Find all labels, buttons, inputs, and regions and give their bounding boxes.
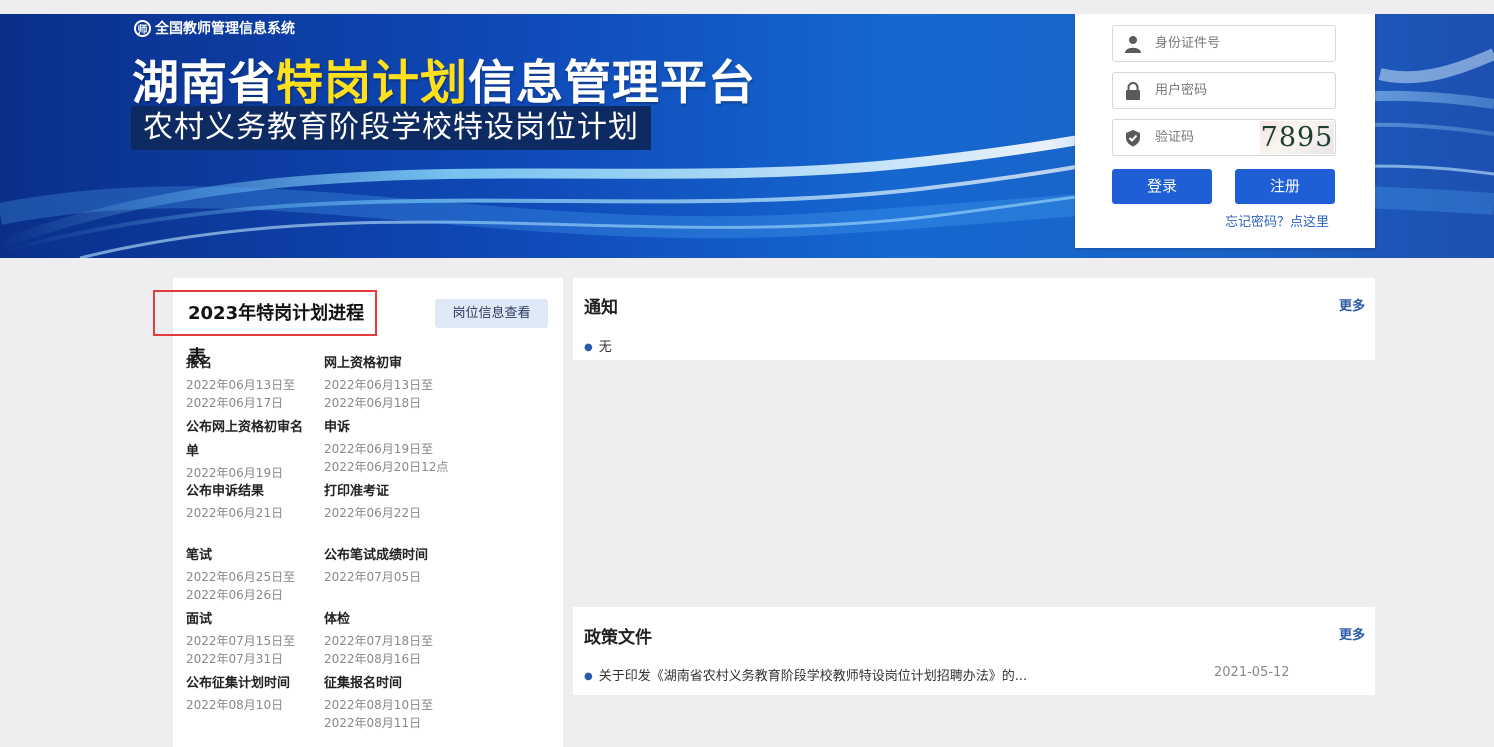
bullet-icon: ● <box>584 342 593 353</box>
stage-name: 公布笔试成绩时间 <box>324 548 429 563</box>
progress-title: 2023年特岗计划进程表 <box>153 290 377 368</box>
stage-date: 2022年07月05日 <box>324 570 422 584</box>
stage-name: 网上资格初审 <box>324 356 403 371</box>
stage-date: 2022年06月20日12点 <box>324 460 449 474</box>
page-title-prefix: 湖南省 <box>132 56 276 111</box>
captcha-placeholder: 验证码 <box>1155 130 1195 145</box>
id-number-field[interactable]: 身份证件号 <box>1112 25 1336 62</box>
stage-name-cont: 单 <box>186 444 200 459</box>
stage-date: 2022年08月11日 <box>324 716 422 730</box>
register-button[interactable]: 注册 <box>1235 169 1335 204</box>
stage-item: 笔试 2022年06月25日至 2022年06月26日 <box>186 544 321 604</box>
stage-date: 2022年06月13日至 <box>186 378 296 392</box>
header-banner: 师 全国教师管理信息系统 湖南省特岗计划信息管理平台 农村义务教育阶段学校特设岗… <box>0 14 1494 258</box>
policy-more-link[interactable]: 更多 <box>1339 624 1365 643</box>
stage-date: 2022年08月10日 <box>186 698 284 712</box>
policy-title: 政策文件 <box>584 628 652 648</box>
password-placeholder: 用户密码 <box>1155 83 1208 98</box>
stage-date: 2022年06月13日至 <box>324 378 434 392</box>
stage-item: 征集报名时间 2022年08月10日至 2022年08月11日 <box>324 672 459 732</box>
stage-item: 打印准考证 2022年06月22日 <box>324 480 459 522</box>
notice-title: 通知 <box>584 298 618 318</box>
policy-item-date: 2021-05-12 <box>1214 665 1290 680</box>
stage-item: 报名 2022年06月13日至 2022年06月17日 <box>186 352 321 412</box>
stage-item: 体检 2022年07月18日至 2022年08月16日 <box>324 608 459 668</box>
stage-date: 2022年08月16日 <box>324 652 422 666</box>
stage-item: 公布征集计划时间 2022年08月10日 <box>186 672 321 714</box>
system-title-text: 全国教师管理信息系统 <box>155 21 295 37</box>
page-title-highlight: 特岗计划 <box>276 56 468 111</box>
page-subtitle: 农村义务教育阶段学校特设岗位计划 <box>131 106 651 150</box>
stage-date: 2022年06月21日 <box>186 506 284 520</box>
stage-item: 网上资格初审 2022年06月13日至 2022年06月18日 <box>324 352 459 412</box>
captcha-field[interactable]: 验证码 7895 <box>1112 119 1336 156</box>
stage-date: 2022年08月10日至 <box>324 698 434 712</box>
stage-item: 面试 2022年07月15日至 2022年07月31日 <box>186 608 321 668</box>
stage-name: 报名 <box>186 356 213 371</box>
policy-item-text: 关于印发《湖南省农村义务教育阶段学校教师特设岗位计划招聘办法》的... <box>598 669 1028 684</box>
stage-date: 2022年06月17日 <box>186 396 284 410</box>
page-title: 湖南省特岗计划信息管理平台 <box>132 44 756 113</box>
stage-date: 2022年06月18日 <box>324 396 422 410</box>
stage-name: 征集报名时间 <box>324 676 403 691</box>
list-item[interactable]: ● 关于印发《湖南省农村义务教育阶段学校教师特设岗位计划招聘办法》的... <box>584 665 1027 684</box>
stage-date: 2022年06月22日 <box>324 506 422 520</box>
notice-panel: 通知 更多 ● 无 <box>573 278 1375 360</box>
forgot-password-link[interactable]: 忘记密码？点这里 <box>1225 211 1329 230</box>
system-title: 师 全国教师管理信息系统 <box>134 18 295 38</box>
lock-icon <box>1126 82 1140 100</box>
login-panel: 身份证件号 用户密码 验证码 7895 登录 注册 忘记密码？点这里 <box>1075 14 1375 248</box>
stage-name: 笔试 <box>186 548 213 563</box>
view-positions-button[interactable]: 岗位信息查看 <box>435 299 548 328</box>
stage-name: 公布征集计划时间 <box>186 676 291 691</box>
stage-item: 公布笔试成绩时间 2022年07月05日 <box>324 544 459 586</box>
bullet-icon: ● <box>584 671 593 682</box>
login-button[interactable]: 登录 <box>1112 169 1212 204</box>
stage-date: 2022年06月26日 <box>186 588 284 602</box>
stage-name: 打印准考证 <box>324 484 390 499</box>
system-logo-icon: 师 <box>134 19 151 37</box>
stage-name: 体检 <box>324 612 351 627</box>
stage-name: 面试 <box>186 612 213 627</box>
user-icon <box>1125 36 1141 53</box>
policy-panel: 政策文件 更多 ● 关于印发《湖南省农村义务教育阶段学校教师特设岗位计划招聘办法》… <box>573 607 1375 695</box>
list-item[interactable]: ● 无 <box>584 336 612 355</box>
stage-name: 公布申诉结果 <box>186 484 265 499</box>
notice-item-text: 无 <box>598 340 612 355</box>
stage-date: 2022年07月31日 <box>186 652 284 666</box>
stage-item: 申诉 2022年06月19日至 2022年06月20日12点 <box>324 416 459 476</box>
page-title-suffix: 信息管理平台 <box>468 56 756 111</box>
stage-name: 申诉 <box>324 420 351 435</box>
stage-item: 公布网上资格初审名 单 2022年06月19日 <box>186 416 321 482</box>
stage-date: 2022年07月18日至 <box>324 634 434 648</box>
stage-date: 2022年07月15日至 <box>186 634 296 648</box>
id-number-placeholder: 身份证件号 <box>1155 36 1221 51</box>
stage-date: 2022年06月25日至 <box>186 570 296 584</box>
notice-more-link[interactable]: 更多 <box>1339 295 1365 314</box>
stage-item: 公布申诉结果 2022年06月21日 <box>186 480 321 522</box>
stage-name: 公布网上资格初审名 <box>186 420 304 435</box>
password-field[interactable]: 用户密码 <box>1112 72 1336 109</box>
stage-date: 2022年06月19日至 <box>324 442 434 456</box>
captcha-image[interactable]: 7895 <box>1260 121 1334 154</box>
progress-schedule-panel: 2023年特岗计划进程表 岗位信息查看 报名 2022年06月13日至 2022… <box>153 278 563 747</box>
shield-icon <box>1126 130 1140 147</box>
